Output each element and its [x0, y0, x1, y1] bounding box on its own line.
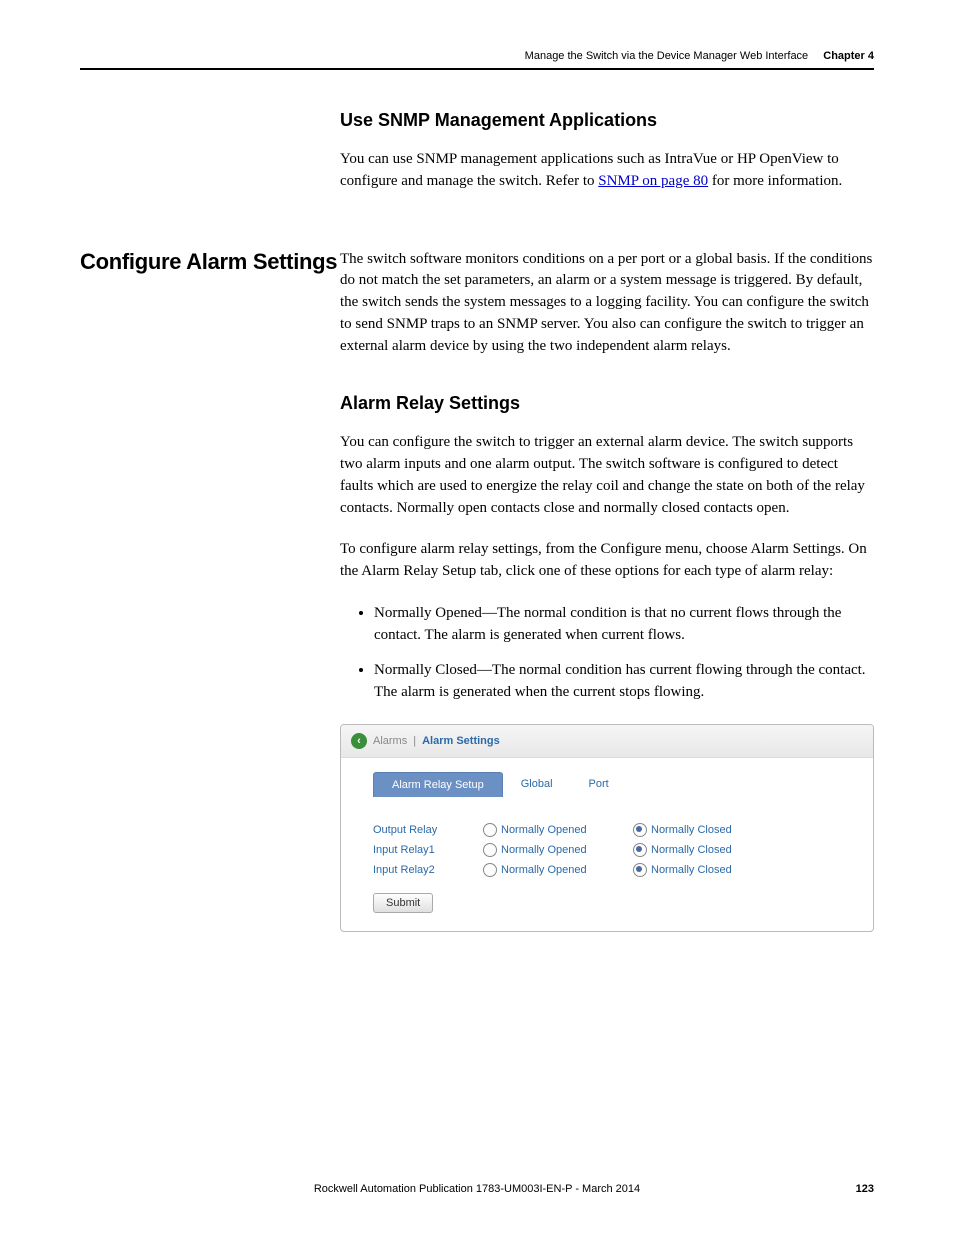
row-input-relay2-label: Input Relay2: [373, 864, 483, 876]
radio-icon: [633, 843, 647, 857]
snmp-heading: Use SNMP Management Applications: [340, 110, 874, 131]
relay-para2: To configure alarm relay settings, from …: [340, 539, 874, 583]
output-relay-closed[interactable]: Normally Closed: [633, 823, 783, 837]
relay-options-list: Normally Opened—The normal condition is …: [374, 603, 874, 704]
page-footer: Rockwell Automation Publication 1783-UM0…: [80, 1183, 874, 1195]
input-relay1-opened[interactable]: Normally Opened: [483, 843, 633, 857]
snmp-link[interactable]: SNMP on page 80: [598, 173, 708, 189]
header-title: Manage the Switch via the Device Manager…: [525, 50, 809, 62]
output-relay-opened[interactable]: Normally Opened: [483, 823, 633, 837]
snmp-paragraph: You can use SNMP management applications…: [340, 149, 874, 193]
footer-page-number: 123: [856, 1183, 874, 1195]
crumb-current: Alarm Settings: [422, 735, 500, 747]
row-input-relay1-label: Input Relay1: [373, 844, 483, 856]
row-output-relay-label: Output Relay: [373, 824, 483, 836]
page-header: Manage the Switch via the Device Manager…: [80, 50, 874, 70]
tab-port[interactable]: Port: [571, 772, 627, 797]
radio-icon: [633, 823, 647, 837]
bullet-normally-closed: Normally Closed—The normal condition has…: [374, 660, 874, 704]
crumb-parent[interactable]: Alarms: [373, 735, 407, 747]
input-relay2-closed[interactable]: Normally Closed: [633, 863, 783, 877]
snmp-text-post: for more information.: [708, 173, 842, 189]
bullet-normally-opened: Normally Opened—The normal condition is …: [374, 603, 874, 647]
relay-heading: Alarm Relay Settings: [340, 393, 874, 414]
configure-alarm-heading: Configure Alarm Settings: [80, 249, 340, 275]
radio-icon: [483, 823, 497, 837]
input-relay2-opened[interactable]: Normally Opened: [483, 863, 633, 877]
radio-icon: [483, 863, 497, 877]
breadcrumb: ‹ Alarms | Alarm Settings: [341, 725, 873, 758]
alarm-intro: The switch software monitors conditions …: [340, 249, 874, 358]
tab-bar: Alarm Relay Setup Global Port: [373, 772, 855, 797]
relay-para1: You can configure the switch to trigger …: [340, 432, 874, 519]
input-relay1-closed[interactable]: Normally Closed: [633, 843, 783, 857]
relay-table: Output Relay Normally Opened Normally Cl…: [373, 823, 855, 877]
footer-publication: Rockwell Automation Publication 1783-UM0…: [314, 1183, 640, 1195]
radio-icon: [483, 843, 497, 857]
tab-global[interactable]: Global: [503, 772, 571, 797]
tab-alarm-relay-setup[interactable]: Alarm Relay Setup: [373, 772, 503, 797]
radio-icon: [633, 863, 647, 877]
submit-button[interactable]: Submit: [373, 893, 433, 913]
alarm-settings-panel: ‹ Alarms | Alarm Settings Alarm Relay Se…: [340, 724, 874, 932]
back-icon[interactable]: ‹: [351, 733, 367, 749]
header-chapter: Chapter 4: [823, 50, 874, 62]
crumb-separator: |: [413, 735, 416, 747]
